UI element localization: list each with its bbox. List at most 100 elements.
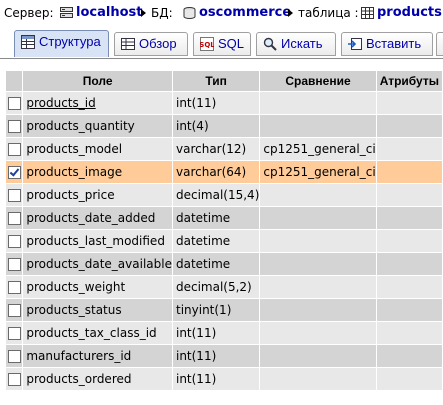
table-label: таблица : xyxy=(298,6,359,20)
field-cell: products_id xyxy=(22,91,173,115)
attributes-cell xyxy=(375,321,443,345)
collation-cell xyxy=(259,183,377,207)
column-header-type[interactable]: Тип xyxy=(171,70,261,92)
row-checkbox[interactable] xyxy=(7,143,21,156)
row-checkbox-cell xyxy=(4,367,24,391)
row-checkbox-cell xyxy=(4,229,24,253)
row-checkbox[interactable] xyxy=(7,235,21,248)
field-value[interactable]: products_date_added xyxy=(26,211,155,225)
server-link[interactable]: localhost xyxy=(76,5,142,20)
table-row[interactable]: products_ordered int(11) xyxy=(4,367,443,391)
field-value[interactable]: products_ordered xyxy=(26,372,131,386)
row-checkbox[interactable] xyxy=(7,327,21,340)
tab-sql[interactable]: SQL SQL xyxy=(193,32,251,56)
collation-cell xyxy=(259,275,377,299)
database-link[interactable]: oscommerce xyxy=(199,5,291,20)
row-checkbox[interactable] xyxy=(7,166,21,179)
table-row[interactable]: products_weight decimal(5,2) xyxy=(4,275,443,299)
column-header-collation[interactable]: Сравнение xyxy=(259,70,377,92)
field-value[interactable]: manufacturers_id xyxy=(26,349,131,363)
collation-value: cp1251_general_ci xyxy=(263,165,376,179)
field-value[interactable]: products_weight xyxy=(26,280,125,294)
type-cell: decimal(5,2) xyxy=(171,275,261,299)
type-value: decimal(15,4) xyxy=(175,188,260,202)
tab-label: Обзор xyxy=(139,36,177,51)
table-body: products_id int(11) products_quantity int(4… xyxy=(4,91,443,391)
tab-search[interactable]: Искать xyxy=(256,32,336,56)
row-checkbox[interactable] xyxy=(7,212,21,225)
table-row[interactable]: products_last_modified datetime xyxy=(4,229,443,253)
field-value[interactable]: products_last_modified xyxy=(26,234,165,248)
type-value: datetime xyxy=(175,211,231,225)
tab-structure[interactable]: Структура xyxy=(14,30,109,57)
search-icon xyxy=(263,37,277,51)
attributes-cell xyxy=(375,206,443,230)
sql-icon: SQL xyxy=(200,37,214,51)
tab-browse[interactable]: Обзор xyxy=(114,32,188,56)
field-value[interactable]: products_model xyxy=(26,142,122,156)
row-checkbox[interactable] xyxy=(7,281,21,294)
field-cell: products_last_modified xyxy=(22,229,173,253)
row-checkbox-cell xyxy=(4,275,24,299)
type-cell: varchar(12) xyxy=(171,137,261,161)
field-value[interactable]: products_quantity xyxy=(26,119,134,133)
breadcrumb-arrow-icon xyxy=(141,9,146,17)
header-checkbox-cell xyxy=(4,70,24,92)
row-checkbox[interactable] xyxy=(7,97,21,110)
field-value[interactable]: products_image xyxy=(26,165,122,179)
type-cell: int(11) xyxy=(171,367,261,391)
attributes-cell xyxy=(375,275,443,299)
collation-cell xyxy=(259,206,377,230)
table-row[interactable]: products_image varchar(64) cp1251_general_… xyxy=(4,160,443,184)
attributes-cell xyxy=(375,298,443,322)
table-icon xyxy=(361,7,374,19)
tab-label: SQL xyxy=(218,36,245,51)
field-cell: products_image xyxy=(22,160,173,184)
type-cell: int(11) xyxy=(171,344,261,368)
attributes-cell xyxy=(375,183,443,207)
table-row[interactable]: products_quantity int(4) xyxy=(4,114,443,138)
tab-more[interactable] xyxy=(436,32,443,56)
row-checkbox[interactable] xyxy=(7,120,21,133)
column-header-field[interactable]: Поле xyxy=(22,70,173,92)
field-value[interactable]: products_tax_class_id xyxy=(26,326,156,340)
table-row[interactable]: products_model varchar(12) cp1251_general_… xyxy=(4,137,443,161)
collation-cell xyxy=(259,298,377,322)
attributes-cell xyxy=(375,91,443,115)
collation-cell: cp1251_general_ci xyxy=(259,160,377,184)
table-row[interactable]: products_tax_class_id int(11) xyxy=(4,321,443,345)
field-value[interactable]: products_date_available xyxy=(26,257,171,271)
type-value: datetime xyxy=(175,257,231,271)
breadcrumb-arrow-icon xyxy=(288,9,293,17)
type-value: decimal(5,2) xyxy=(175,280,252,294)
field-value[interactable]: products_status xyxy=(26,303,121,317)
table-row[interactable]: products_status tinyint(1) xyxy=(4,298,443,322)
structure-icon xyxy=(21,35,35,49)
attributes-cell xyxy=(375,367,443,391)
type-cell: datetime xyxy=(171,206,261,230)
table-row[interactable]: products_date_added datetime xyxy=(4,206,443,230)
table-row[interactable]: products_id int(11) xyxy=(4,91,443,115)
row-checkbox[interactable] xyxy=(7,304,21,317)
tab-insert[interactable]: Вставить xyxy=(341,32,433,56)
collation-value: cp1251_general_ci xyxy=(263,142,376,156)
table-row[interactable]: products_price decimal(15,4) xyxy=(4,183,443,207)
table-row[interactable]: products_date_available datetime xyxy=(4,252,443,276)
row-checkbox-cell xyxy=(4,137,24,161)
row-checkbox[interactable] xyxy=(7,189,21,202)
field-cell: products_tax_class_id xyxy=(22,321,173,345)
attributes-cell xyxy=(375,344,443,368)
table-row[interactable]: manufacturers_id int(11) xyxy=(4,344,443,368)
row-checkbox[interactable] xyxy=(7,373,21,386)
type-cell: int(11) xyxy=(171,91,261,115)
field-cell: products_quantity xyxy=(22,114,173,138)
type-value: int(11) xyxy=(175,349,217,363)
tab-bar: Структура Обзор SQL SQL Искать Вставить xyxy=(0,30,443,59)
field-value[interactable]: products_price xyxy=(26,188,114,202)
row-checkbox[interactable] xyxy=(7,350,21,363)
row-checkbox[interactable] xyxy=(7,258,21,271)
column-header-attributes[interactable]: Атрибуты xyxy=(375,70,443,92)
field-value[interactable]: products_id xyxy=(26,96,95,110)
table-link[interactable]: products xyxy=(377,5,442,20)
row-checkbox-cell xyxy=(4,160,24,184)
